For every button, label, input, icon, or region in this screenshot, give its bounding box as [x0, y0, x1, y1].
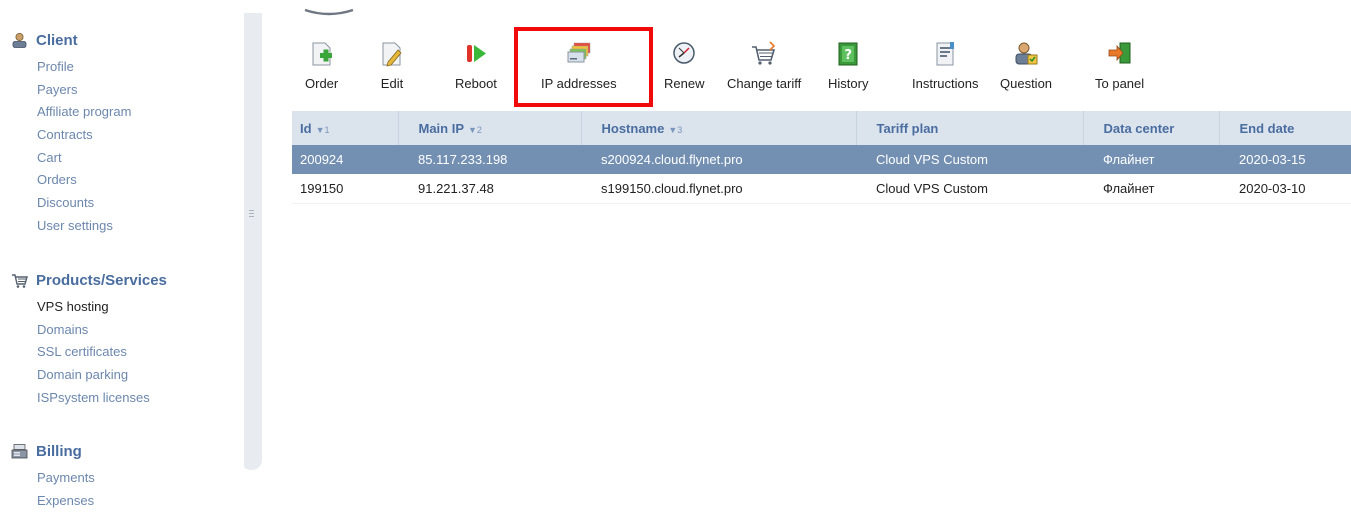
sidebar-item-ispsystem-licenses[interactable]: ISPsystem licenses [37, 387, 167, 410]
table-row[interactable]: 200924 85.117.233.198 s200924.cloud.flyn… [292, 145, 1351, 174]
cell-hostname: s200924.cloud.flynet.pro [581, 145, 856, 174]
edit-document-icon [378, 40, 406, 68]
history-button[interactable]: ? History [828, 40, 868, 91]
sidebar-item-expenses[interactable]: Expenses [37, 490, 95, 513]
partial-image-icon [304, 8, 354, 16]
highlight-box [514, 27, 653, 107]
sidebar-section-products: Products/Services VPS hosting Domains SS… [10, 270, 167, 409]
sidebar-item-payers[interactable]: Payers [37, 79, 131, 102]
question-label: Question [1000, 76, 1053, 91]
column-label: Hostname [601, 120, 665, 136]
clock-icon [670, 40, 698, 68]
sidebar-item-user-settings[interactable]: User settings [37, 215, 131, 238]
sidebar-item-affiliate-program[interactable]: Affiliate program [37, 101, 131, 124]
table-row[interactable]: 199150 91.221.37.48 s199150.cloud.flynet… [292, 174, 1351, 204]
user-icon [10, 31, 28, 49]
column-header-main-ip[interactable]: Main IP ▼2 [398, 111, 582, 145]
edit-button[interactable]: Edit [378, 40, 406, 91]
column-header-data-center[interactable]: Data center [1083, 111, 1220, 145]
to-panel-button[interactable]: To panel [1095, 40, 1144, 91]
change-tariff-button[interactable]: Change tariff [727, 40, 801, 91]
renew-label: Renew [664, 76, 705, 91]
sidebar-item-domain-parking[interactable]: Domain parking [37, 364, 167, 387]
change-tariff-label: Change tariff [727, 76, 802, 91]
sort-indicator-icon: ▼1 [315, 124, 330, 135]
column-label: End date [1239, 120, 1295, 136]
cell-end-date: 2020-03-15 [1219, 145, 1351, 174]
section-header-client[interactable]: Client [10, 30, 131, 50]
column-header-hostname[interactable]: Hostname ▼3 [581, 111, 857, 145]
order-button[interactable]: Order [305, 40, 338, 91]
cell-hostname: s199150.cloud.flynet.pro [581, 174, 856, 204]
user-question-icon [1012, 40, 1040, 68]
section-title: Billing [36, 442, 82, 460]
renew-button[interactable]: Renew [664, 40, 704, 91]
column-header-end-date[interactable]: End date [1219, 111, 1351, 145]
sidebar-item-orders[interactable]: Orders [37, 169, 131, 192]
cell-tariff-plan: Cloud VPS Custom [856, 174, 1083, 204]
toolbar: Order Edit Reboot IP addresses Renew Cha… [292, 40, 1351, 100]
sidebar-item-domains[interactable]: Domains [37, 319, 167, 342]
column-header-tariff-plan[interactable]: Tariff plan [856, 111, 1084, 145]
sidebar-splitter[interactable] [241, 13, 262, 470]
edit-label: Edit [380, 76, 404, 91]
history-label: History [828, 76, 869, 91]
cell-data-center: Флайнет [1083, 174, 1219, 204]
column-header-id[interactable]: Id ▼1 [292, 111, 399, 145]
sort-indicator-icon: ▼2 [468, 124, 482, 135]
cell-main-ip: 91.221.37.48 [398, 174, 581, 204]
cell-tariff-plan: Cloud VPS Custom [856, 145, 1083, 174]
sidebar-section-client: Client Profile Payers Affiliate program … [10, 30, 131, 238]
to-panel-label: To panel [1095, 76, 1145, 91]
sidebar-item-cart[interactable]: Cart [37, 147, 131, 170]
column-label: Data center [1103, 120, 1175, 136]
history-book-icon: ? [834, 40, 862, 68]
section-title: Products/Services [36, 271, 167, 289]
splitter-grip-icon[interactable] [249, 210, 254, 219]
section-title: Client [36, 31, 78, 49]
reboot-label: Reboot [455, 76, 497, 91]
sort-indicator-icon: ▼3 [668, 124, 683, 135]
svg-text:?: ? [845, 48, 853, 63]
section-header-billing[interactable]: Billing [10, 441, 95, 461]
sidebar-item-payments[interactable]: Payments [37, 467, 95, 490]
cell-data-center: Флайнет [1083, 145, 1219, 174]
enter-panel-icon [1106, 40, 1134, 68]
table-header-row: Id ▼1 Main IP ▼2 Hostname ▼3 Tariff plan Da… [292, 111, 1351, 145]
sidebar-item-profile[interactable]: Profile [37, 56, 131, 79]
vps-table: Id ▼1 Main IP ▼2 Hostname ▼3 Tariff plan Da… [292, 111, 1351, 204]
cash-register-icon [10, 442, 28, 460]
sidebar: Client Profile Payers Affiliate program … [0, 0, 241, 517]
instructions-button[interactable]: Instructions [912, 40, 978, 91]
sidebar-item-contracts[interactable]: Contracts [37, 124, 131, 147]
column-label: Main IP [418, 120, 465, 136]
order-label: Order [305, 76, 339, 91]
instructions-label: Instructions [912, 76, 979, 91]
cart-icon [10, 271, 28, 289]
question-button[interactable]: Question [1000, 40, 1052, 91]
cart-arrow-icon [750, 40, 778, 68]
section-header-products[interactable]: Products/Services [10, 270, 167, 290]
reboot-icon [462, 40, 490, 68]
cell-main-ip: 85.117.233.198 [398, 145, 581, 174]
instructions-icon [931, 40, 959, 68]
sidebar-section-billing: Billing Payments Expenses [10, 441, 95, 512]
sidebar-item-discounts[interactable]: Discounts [37, 192, 131, 215]
cell-id: 199150 [292, 174, 398, 204]
reboot-button[interactable]: Reboot [455, 40, 497, 91]
sidebar-item-vps-hosting[interactable]: VPS hosting [37, 296, 167, 319]
cell-id: 200924 [292, 145, 398, 174]
cell-end-date: 2020-03-10 [1219, 174, 1351, 204]
sidebar-item-ssl-certificates[interactable]: SSL certificates [37, 341, 167, 364]
column-label: Tariff plan [876, 120, 939, 136]
column-label: Id [300, 120, 312, 136]
new-document-icon [308, 40, 336, 68]
